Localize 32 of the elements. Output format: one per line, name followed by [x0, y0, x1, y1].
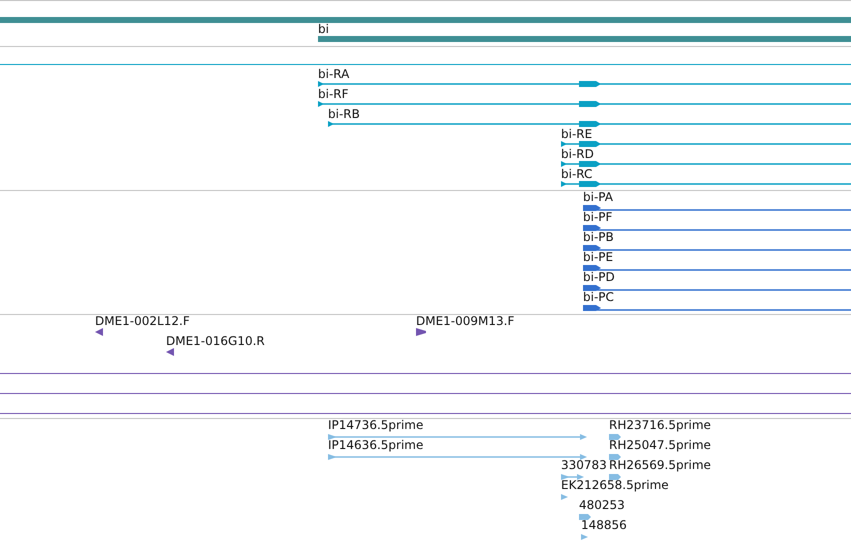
est-label: RH23716.5prime: [609, 419, 711, 432]
gene-label: bi: [318, 23, 329, 36]
transcript-label: bi-RB: [328, 108, 360, 121]
protein-label: bi-PC: [583, 291, 614, 304]
est-glyph: [579, 513, 591, 521]
est-label: IP14636.5prime: [328, 439, 424, 452]
marker-label: DME1-009M13.F: [416, 315, 514, 328]
est-glyph: [609, 473, 621, 481]
protein-label: bi-PF: [583, 211, 612, 224]
protein-label: bi-PE: [583, 251, 614, 264]
est-label: 480253: [579, 499, 625, 512]
est-glyph: [609, 453, 621, 461]
transcript-label: bi-RF: [318, 88, 349, 101]
transcript-label: bi-RC: [561, 168, 592, 181]
est-glyph: [581, 533, 588, 541]
marker-label: DME1-002L12.F: [95, 315, 190, 328]
est-label: RH26569.5prime: [609, 459, 711, 472]
transcript-label: bi-RE: [561, 128, 592, 141]
marker-label: DME1-016G10.R: [166, 335, 265, 348]
est-label: IP14736.5prime: [328, 419, 424, 432]
est-glyph: [561, 493, 568, 501]
transcript-label: bi-RA: [318, 68, 350, 81]
est-label: RH25047.5prime: [609, 439, 711, 452]
est-label: 330783: [561, 459, 607, 472]
transcript-label: bi-RD: [561, 148, 594, 161]
est-glyph: [561, 473, 584, 481]
protein-label: bi-PD: [583, 271, 615, 284]
est-label: EK212658.5prime: [561, 479, 669, 492]
protein-label: bi-PB: [583, 231, 614, 244]
est-label: 148856: [581, 519, 627, 532]
protein-label: bi-PA: [583, 191, 613, 204]
est-glyph: [609, 433, 621, 441]
